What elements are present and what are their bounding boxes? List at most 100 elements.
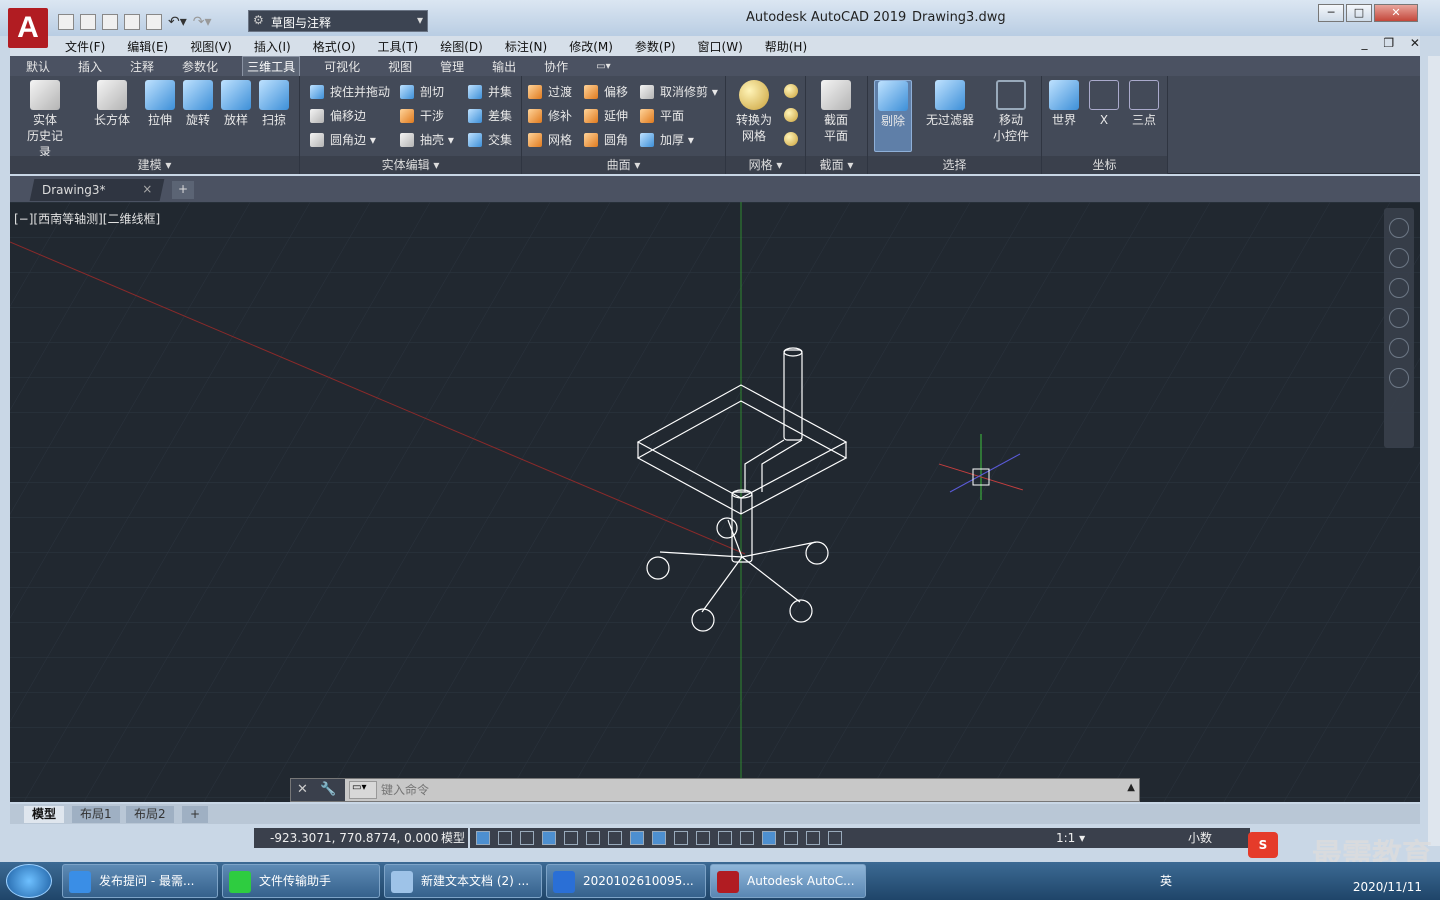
taskbar-ie[interactable]: 发布提问 - 最需... xyxy=(62,864,218,898)
ribbon-toggle-icon[interactable]: ▭▾ xyxy=(592,60,614,73)
polar-icon[interactable] xyxy=(564,831,578,845)
section-plane-button[interactable]: 截面 平面 xyxy=(816,80,856,144)
revolve-button[interactable]: 旋转 xyxy=(178,80,218,128)
solid-history-button[interactable]: 实体 历史记录 xyxy=(22,80,68,160)
no-filter-button[interactable]: 无过滤器 xyxy=(922,80,978,128)
save-as-icon[interactable] xyxy=(124,14,140,30)
menu-format[interactable]: 格式(O) xyxy=(313,38,356,55)
document-tab-drawing3[interactable]: Drawing3* × xyxy=(29,179,165,201)
gizmo-status-icon[interactable] xyxy=(784,831,798,845)
mesh-small-icon-2[interactable] xyxy=(784,108,798,122)
3d-osnap-icon[interactable] xyxy=(652,831,666,845)
x-ucs-button[interactable]: X xyxy=(1084,80,1124,128)
transparency-icon[interactable] xyxy=(696,831,710,845)
panel-modeling-label[interactable]: 建模 ▾ xyxy=(10,156,299,174)
panel-coordinates-label[interactable]: 坐标 xyxy=(1042,156,1167,174)
start-button[interactable] xyxy=(6,864,52,898)
fillet-edge-button[interactable]: 圆角边 ▾ xyxy=(310,130,376,150)
box-button[interactable]: 长方体 xyxy=(92,80,132,128)
menu-parametric[interactable]: 参数(P) xyxy=(635,38,676,55)
pan-icon[interactable] xyxy=(1389,278,1409,298)
orbit-icon[interactable] xyxy=(1389,338,1409,358)
sweep-button[interactable]: 扫掠 xyxy=(254,80,294,128)
tab-model[interactable]: 模型 xyxy=(24,806,65,823)
taskbar-notepad[interactable]: 新建文本文档 (2) ... xyxy=(384,864,542,898)
blend-button[interactable]: 过渡 xyxy=(528,82,572,102)
taskbar-autocad[interactable]: Autodesk AutoC... xyxy=(710,864,866,898)
three-point-ucs-button[interactable]: 三点 xyxy=(1124,80,1164,128)
viewcube-icon[interactable] xyxy=(1389,218,1409,238)
tab-layout1[interactable]: 布局1 xyxy=(72,806,120,823)
mesh-small-icon-3[interactable] xyxy=(784,132,798,146)
menu-dimension[interactable]: 标注(N) xyxy=(505,38,547,55)
panel-solid-editing-label[interactable]: 实体编辑 ▾ xyxy=(300,156,521,174)
shell-button[interactable]: 抽壳 ▾ xyxy=(400,130,454,150)
wrench-icon[interactable]: 🔧 xyxy=(320,782,336,797)
panel-mesh-label[interactable]: 网格 ▾ xyxy=(726,156,805,174)
menu-view[interactable]: 视图(V) xyxy=(190,38,232,55)
menu-draw[interactable]: 绘图(D) xyxy=(440,38,483,55)
patch-button[interactable]: 修补 xyxy=(528,106,572,126)
coordinate-readout[interactable]: -923.3071, 770.8774, 0.0000 xyxy=(254,828,454,848)
taskbar-wechat[interactable]: 文件传输助手 xyxy=(222,864,380,898)
dynamic-ucs-icon[interactable] xyxy=(740,831,754,845)
taskbar-video[interactable]: 2020102610095... xyxy=(546,864,706,898)
redo-icon[interactable]: ↷▾ xyxy=(193,14,212,30)
menu-window[interactable]: 窗口(W) xyxy=(698,38,743,55)
tab-annotate[interactable]: 注释 xyxy=(126,57,158,76)
loft-button[interactable]: 放样 xyxy=(216,80,256,128)
tab-collaborate[interactable]: 协作 xyxy=(540,57,572,76)
command-prompt-icon[interactable]: ▭▾ xyxy=(349,781,377,799)
presspull-button[interactable]: 按住并拖动 xyxy=(310,82,390,102)
surface-offset-button[interactable]: 偏移 xyxy=(584,82,628,102)
steering-wheel-icon[interactable] xyxy=(1389,248,1409,268)
showmotion-icon[interactable] xyxy=(1389,368,1409,388)
surface-fillet-button[interactable]: 圆角 xyxy=(584,130,628,150)
close-button[interactable]: ✕ xyxy=(1374,4,1418,22)
slice-button[interactable]: 剖切 xyxy=(400,82,444,102)
command-input[interactable] xyxy=(381,781,1121,799)
minimize-button[interactable]: ─ xyxy=(1318,4,1344,22)
tab-output[interactable]: 输出 xyxy=(488,57,520,76)
clock-date[interactable]: 2020/11/11 xyxy=(1353,880,1422,894)
extend-button[interactable]: 延伸 xyxy=(584,106,628,126)
selection-filter-icon[interactable] xyxy=(762,831,776,845)
snap-icon[interactable] xyxy=(498,831,512,845)
tab-layout2[interactable]: 布局2 xyxy=(126,806,174,823)
offset-edge-button[interactable]: 偏移边 xyxy=(310,106,366,126)
selection-cycling-icon[interactable] xyxy=(718,831,732,845)
subtract-button[interactable]: 差集 xyxy=(468,106,512,126)
untrim-button[interactable]: 取消修剪 ▾ xyxy=(640,82,718,102)
menu-file[interactable]: 文件(F) xyxy=(65,38,105,55)
network-button[interactable]: 网格 xyxy=(528,130,572,150)
tray-ime[interactable]: 英 xyxy=(1160,872,1172,889)
application-menu-button[interactable]: A xyxy=(8,8,48,48)
tab-3d-tools[interactable]: 三维工具 xyxy=(242,55,301,77)
viewport-controls-label[interactable]: [−][西南等轴测][二维线框] xyxy=(14,210,160,227)
panel-surface-label[interactable]: 曲面 ▾ xyxy=(522,156,725,174)
annotation-scale[interactable]: 1:1 ▾ xyxy=(1056,828,1085,848)
world-ucs-button[interactable]: 世界 xyxy=(1044,80,1084,128)
extrude-button[interactable]: 拉伸 xyxy=(140,80,180,128)
open-icon[interactable] xyxy=(80,14,96,30)
tab-visualize[interactable]: 可视化 xyxy=(320,57,364,76)
isodraft-icon[interactable] xyxy=(586,831,600,845)
document-window-controls[interactable]: _ ❐ ✕ xyxy=(1362,36,1426,50)
menu-help[interactable]: 帮助(H) xyxy=(765,38,807,55)
thicken-button[interactable]: 加厚 ▾ xyxy=(640,130,694,150)
tab-view[interactable]: 视图 xyxy=(384,57,416,76)
close-icon[interactable]: × xyxy=(142,182,152,196)
planar-button[interactable]: 平面 xyxy=(640,106,684,126)
drawing-viewport[interactable]: [−][西南等轴测][二维线框] xyxy=(10,202,1420,802)
sogou-ime-icon[interactable]: S xyxy=(1248,832,1278,858)
new-icon[interactable] xyxy=(58,14,74,30)
units-display[interactable]: 小数 xyxy=(1188,828,1212,848)
infer-icon[interactable] xyxy=(520,831,534,845)
move-gizmo-button[interactable]: 移动 小控件 xyxy=(988,80,1034,144)
tab-default[interactable]: 默认 xyxy=(22,57,54,76)
menu-insert[interactable]: 插入(I) xyxy=(254,38,291,55)
auto-scale-icon[interactable] xyxy=(828,831,842,845)
add-layout-button[interactable]: + xyxy=(182,806,209,823)
menu-tools[interactable]: 工具(T) xyxy=(378,38,419,55)
tab-manage[interactable]: 管理 xyxy=(436,57,468,76)
